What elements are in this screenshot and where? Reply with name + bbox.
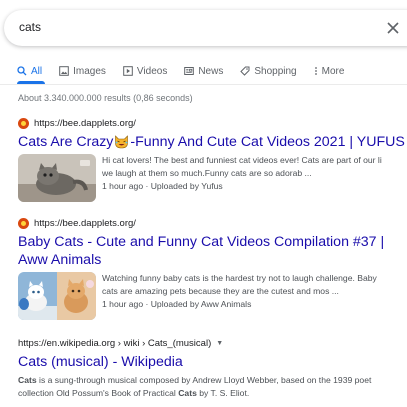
result-stats: About 3.340.000.000 results (0,86 second… <box>18 93 193 103</box>
tab-news[interactable]: News <box>184 66 223 77</box>
caret-down-icon[interactable]: ▼ <box>216 340 223 347</box>
result-title-part: Cats Are Crazy <box>18 134 114 150</box>
snippet-text: by T. S. Eliot. <box>196 388 250 398</box>
tabs-divider <box>0 84 407 85</box>
result-source: https://en.wikipedia.org › wiki › Cats_(… <box>18 336 407 350</box>
result-breadcrumb[interactable]: https://en.wikipedia.org › wiki › Cats_(… <box>18 338 211 349</box>
tab-videos[interactable]: Videos <box>123 66 167 77</box>
result-title-link[interactable]: Cats (musical) - Wikipedia <box>18 353 407 371</box>
news-icon <box>184 67 195 75</box>
tab-images[interactable]: Images <box>59 66 106 77</box>
result-url[interactable]: https://bee.dapplets.org/ <box>34 118 136 129</box>
tab-label: All <box>31 65 43 77</box>
snippet-line: Hi cat lovers! The best and funniest cat… <box>102 155 382 165</box>
search-input[interactable] <box>19 20 319 34</box>
snippet-line: Cats is a sung-through musical composed … <box>18 374 407 387</box>
result-meta: 1 hour ago · Uploaded by Yufus <box>102 181 223 191</box>
tag-icon <box>240 66 250 76</box>
close-icon[interactable] <box>385 20 401 36</box>
result-url[interactable]: https://bee.dapplets.org/ <box>34 218 136 229</box>
tab-label: News <box>198 65 224 77</box>
image-icon <box>59 66 69 76</box>
tab-all[interactable]: All <box>17 66 42 77</box>
snippet-line: Watching funny baby cats is the hardest … <box>102 273 377 283</box>
result-source: https://bee.dapplets.org/ <box>18 216 407 230</box>
video-thumbnail[interactable] <box>18 154 96 202</box>
result-source: https://bee.dapplets.org/ <box>18 116 407 130</box>
snippet-line: cats are amazing pets because they are t… <box>102 286 339 296</box>
video-thumbnail[interactable] <box>18 272 96 320</box>
result-snippet: Hi cat lovers! The best and funniest cat… <box>102 154 382 202</box>
snippet-text: collection Old Possum's Book of Practica… <box>18 388 179 398</box>
snippet-text: is a sung-through musical composed by An… <box>36 375 372 385</box>
search-result: https://bee.dapplets.org/ Cats Are Crazy… <box>18 116 407 202</box>
result-body: Hi cat lovers! The best and funniest cat… <box>18 154 407 202</box>
tab-label: Images <box>73 65 106 77</box>
more-dots-icon <box>314 67 317 75</box>
video-icon <box>123 66 133 76</box>
site-favicon-icon <box>18 117 29 129</box>
search-bar <box>4 10 407 46</box>
result-body: Watching funny baby cats is the hardest … <box>18 272 407 320</box>
search-result: https://en.wikipedia.org › wiki › Cats_(… <box>18 336 407 400</box>
tab-more[interactable]: More <box>314 65 345 77</box>
result-title-link[interactable]: Cats Are Crazy -Funny And Cute Cat Video… <box>18 133 407 151</box>
site-favicon-icon <box>18 217 29 229</box>
search-icon <box>17 66 27 76</box>
result-meta: 1 hour ago · Uploaded by Aww Animals <box>102 299 252 309</box>
search-result: https://bee.dapplets.org/ Baby Cats - Cu… <box>18 216 407 320</box>
snippet-line: we laugh at them so much.Funny cats are … <box>102 168 312 178</box>
result-snippet: Watching funny baby cats is the hardest … <box>102 272 377 320</box>
result-title-link[interactable]: Baby Cats - Cute and Funny Cat Videos Co… <box>18 233 403 269</box>
result-title-part: -Funny And Cute Cat Videos 2021 | YUFUS <box>130 134 405 150</box>
tab-shopping[interactable]: Shopping <box>240 65 297 77</box>
laughing-cat-emoji-icon <box>115 135 129 149</box>
snippet-bold: Cats <box>178 388 197 398</box>
search-results-page: All Images Videos News <box>0 0 407 407</box>
tab-label: More <box>321 65 345 77</box>
search-tabs: All Images Videos News Shopping More <box>17 62 361 80</box>
tab-label: Shopping <box>254 65 297 77</box>
tab-label: Videos <box>136 65 168 77</box>
snippet-line: collection Old Possum's Book of Practica… <box>18 387 407 400</box>
snippet-bold: Cats <box>18 375 37 385</box>
